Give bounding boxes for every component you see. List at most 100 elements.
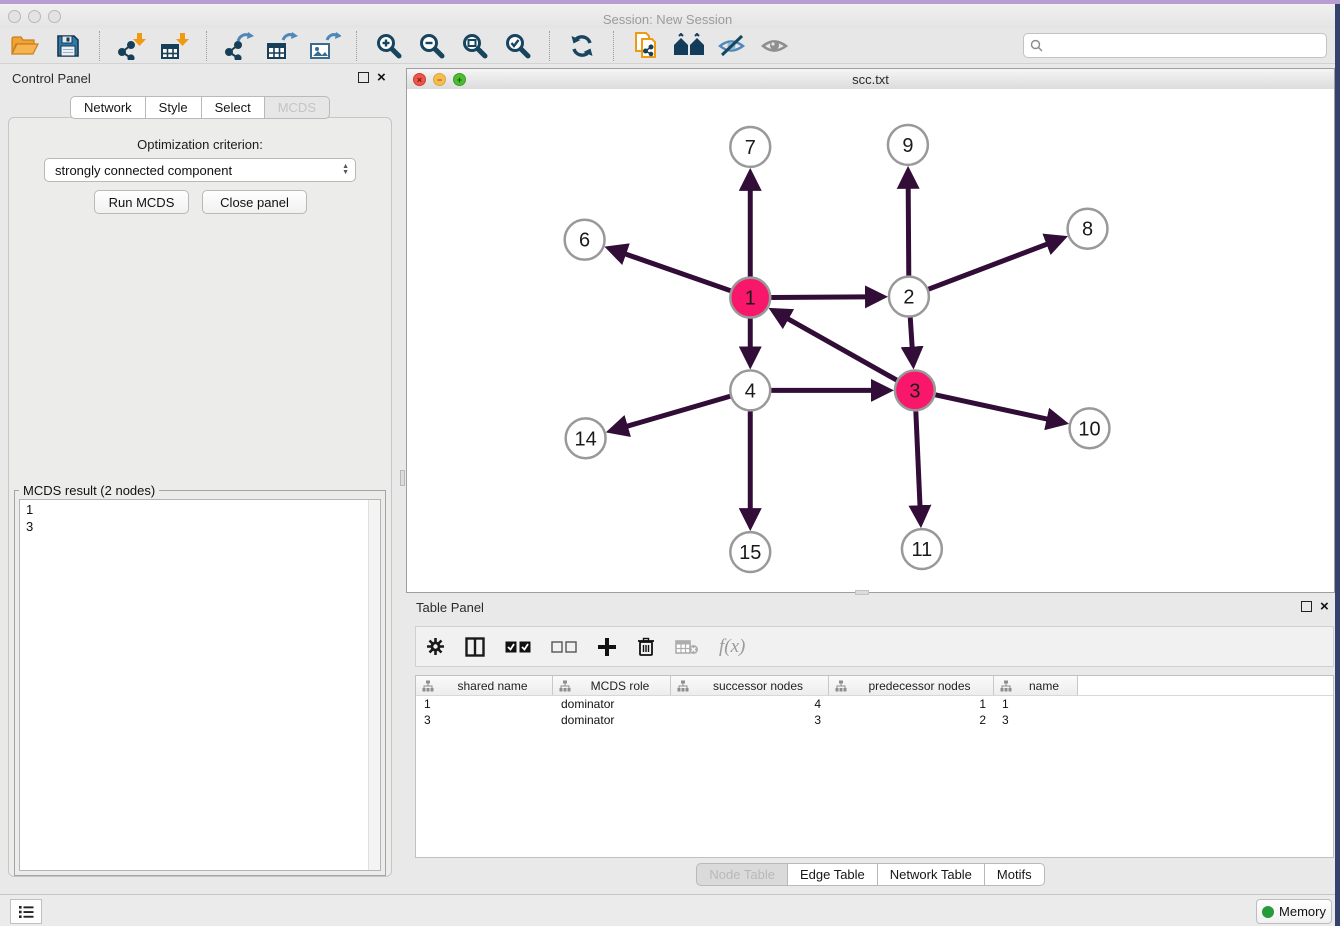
tab-node-table[interactable]: Node Table [696,863,788,886]
close-table-panel-icon[interactable]: × [1320,601,1329,612]
memory-label: Memory [1279,904,1326,919]
import-network-icon[interactable] [115,31,149,61]
edge-1-6[interactable] [610,249,730,291]
edge-4-14[interactable] [611,396,730,431]
open-session-icon[interactable] [8,31,42,61]
column-type-icon [677,680,689,692]
show-all-icon[interactable] [758,31,792,61]
edge-1-2[interactable] [771,297,882,298]
column-header-shared-name[interactable]: shared name [416,676,553,695]
delete-table-icon [675,635,699,659]
column-header-predecessor-nodes[interactable]: predecessor nodes [829,676,994,695]
show-columns-icon[interactable] [465,635,485,659]
cell-successor-nodes: 3 [671,712,829,728]
desktop-right-strip [1335,4,1340,926]
search-field[interactable] [1023,33,1327,58]
preferred-layout-icon[interactable] [672,31,706,61]
close-panel-button[interactable]: Close panel [202,190,307,214]
save-session-icon[interactable] [51,31,85,61]
search-input[interactable] [1047,37,1320,54]
column-type-icon [559,680,571,692]
tab-network-table[interactable]: Network Table [878,863,985,886]
cell-MCDS-role: dominator [553,696,671,712]
float-panel-icon[interactable] [358,72,369,83]
column-type-icon [835,680,847,692]
function-builder-icon: f(x) [719,635,745,659]
cell-MCDS-role: dominator [553,712,671,728]
export-image-icon[interactable] [308,31,342,61]
table-panel-title: Table Panel [416,600,484,615]
edge-2-3[interactable] [910,318,913,364]
table-row[interactable]: 1dominator411 [416,696,1333,712]
tab-mcds[interactable]: MCDS [265,96,330,119]
graph-node-label: 4 [745,380,756,402]
column-header-MCDS-role[interactable]: MCDS role [553,676,671,695]
cell-name: 3 [994,712,1078,728]
table-row[interactable]: 3dominator323 [416,712,1333,728]
close-panel-icon[interactable]: × [377,72,386,83]
column-header-name[interactable]: name [994,676,1078,695]
graph-node-label: 6 [579,230,590,252]
import-table-icon[interactable] [158,31,192,61]
criterion-select[interactable]: strongly connected component ▲▼ [44,158,356,182]
graph-node-label: 7 [745,137,756,159]
network-graph: 7968124314101511 [407,89,1334,592]
edge-2-8[interactable] [929,238,1063,289]
table-panel: Table Panel × [406,595,1335,890]
status-bar: Memory [0,894,1335,926]
deselect-all-icon[interactable] [551,635,577,659]
window-titlebar[interactable]: Session: New Session [0,4,1335,29]
graph-node-label: 14 [575,428,597,450]
graph-node-label: 8 [1082,219,1093,241]
tab-select[interactable]: Select [202,96,265,119]
result-scrollbar[interactable] [368,500,380,870]
column-header-label: successor nodes [694,679,822,693]
edge-3-11[interactable] [916,411,921,522]
column-header-label: name [1017,679,1071,693]
hide-selected-icon[interactable] [715,31,749,61]
add-column-icon[interactable] [597,635,617,659]
zoom-selected-icon[interactable] [501,31,535,61]
toolbar-separator [613,31,615,61]
mcds-result-text[interactable]: 13 [19,499,381,871]
zoom-fit-icon[interactable] [458,31,492,61]
toolbar-separator [356,31,358,61]
tab-motifs[interactable]: Motifs [985,863,1045,886]
edge-2-9[interactable] [908,172,909,276]
tab-edge-table[interactable]: Edge Table [788,863,878,886]
mcds-result-title: MCDS result (2 nodes) [19,483,159,498]
network-window-titlebar[interactable]: × − + scc.txt [407,69,1334,90]
network-view-window: × − + scc.txt 7968124314101511 [406,68,1335,593]
table-settings-icon[interactable] [426,635,445,659]
refresh-view-icon[interactable] [565,31,599,61]
edge-3-10[interactable] [935,395,1063,423]
vertical-splitter-grip[interactable] [400,470,405,486]
graph-node-label: 9 [902,135,913,157]
search-icon [1030,39,1043,52]
node-table-rows: 1dominator4113dominator323 [416,696,1333,728]
run-mcds-button[interactable]: Run MCDS [94,190,189,214]
zoom-out-icon[interactable] [415,31,449,61]
memory-button[interactable]: Memory [1256,899,1332,924]
float-table-panel-icon[interactable] [1301,601,1312,612]
column-header-label: shared name [439,679,546,693]
graph-node-label: 10 [1078,418,1100,440]
table-panel-tabs: Node TableEdge TableNetwork TableMotifs [696,863,1044,886]
list-icon [18,905,34,919]
task-history-button[interactable] [10,899,42,924]
cell-shared-name: 1 [416,696,553,712]
select-stepper-icon: ▲▼ [342,164,351,176]
network-canvas[interactable]: 7968124314101511 [407,89,1334,592]
export-table-icon[interactable] [265,31,299,61]
select-all-icon[interactable] [505,635,531,659]
mcds-result-line: 3 [26,518,374,535]
delete-column-icon[interactable] [637,635,655,659]
tab-style[interactable]: Style [146,96,202,119]
zoom-in-icon[interactable] [372,31,406,61]
column-header-successor-nodes[interactable]: successor nodes [671,676,829,695]
criterion-value: strongly connected component [55,163,232,178]
edge-3-1[interactable] [774,311,897,380]
tab-network[interactable]: Network [70,96,146,119]
clone-network-icon[interactable] [629,31,663,61]
export-network-icon[interactable] [222,31,256,61]
